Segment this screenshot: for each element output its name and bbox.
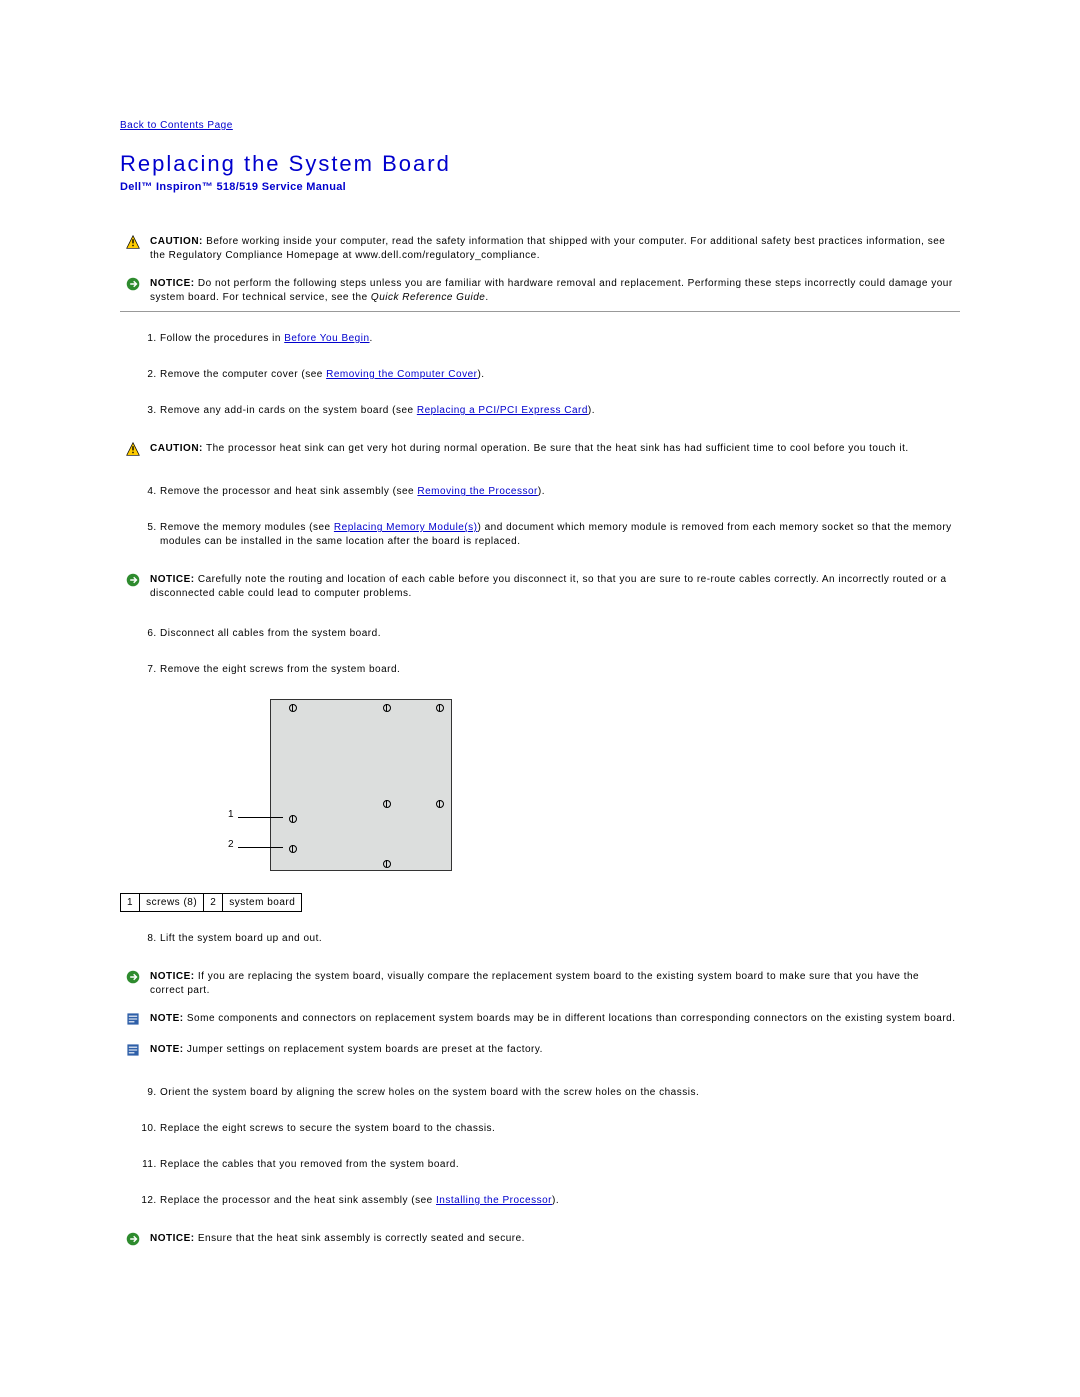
step-8: Lift the system board up and out. [160,932,960,946]
replacing-memory-link[interactable]: Replacing Memory Module(s) [334,522,478,533]
notice-icon [126,573,140,587]
step-7: Remove the eight screws from the system … [160,663,960,677]
before-you-begin-link[interactable]: Before You Begin [284,333,369,344]
diagram-callout-1: 1 [228,809,234,820]
replacing-pci-link[interactable]: Replacing a PCI/PCI Express Card [417,405,588,416]
caution-icon [126,442,140,456]
notice-icon [126,277,140,291]
step-12: Replace the processor and the heat sink … [160,1194,960,1208]
step-4: Remove the processor and heat sink assem… [160,485,960,499]
diagram-callout-2: 2 [228,839,234,850]
step-2: Remove the computer cover (see Removing … [160,368,960,382]
system-board-diagram: 1 2 [180,699,500,879]
notice-2: NOTICE: Carefully note the routing and l… [146,571,960,607]
step-10: Replace the eight screws to secure the s… [160,1122,960,1136]
note-icon [126,1043,140,1057]
caution-2: CAUTION: The processor heat sink can get… [146,440,960,465]
note-1: NOTE: Some components and connectors on … [146,1010,960,1035]
manual-subtitle: Dell™ Inspiron™ 518/519 Service Manual [120,181,960,193]
step-6: Disconnect all cables from the system bo… [160,627,960,641]
back-to-contents-link[interactable]: Back to Contents Page [120,120,233,131]
step-1: Follow the procedures in Before You Begi… [160,332,960,346]
notice-1: NOTICE: Do not perform the following ste… [146,275,960,312]
notice-icon [126,970,140,984]
step-9: Orient the system board by aligning the … [160,1086,960,1100]
note-2: NOTE: Jumper settings on replacement sys… [146,1041,960,1066]
note-icon [126,1012,140,1026]
notice-icon [126,1232,140,1246]
notice-4: NOTICE: Ensure that the heat sink assemb… [146,1230,960,1255]
step-5: Remove the memory modules (see Replacing… [160,521,960,549]
caution-icon [126,235,140,249]
caution-1: CAUTION: Before working inside your comp… [146,233,960,269]
notice-3: NOTICE: If you are replacing the system … [146,968,960,1004]
removing-cover-link[interactable]: Removing the Computer Cover [326,369,477,380]
page-title: Replacing the System Board [120,151,960,177]
removing-processor-link[interactable]: Removing the Processor [417,486,538,497]
step-3: Remove any add-in cards on the system bo… [160,404,960,418]
diagram-legend: 1 screws (8) 2 system board [120,893,302,912]
step-11: Replace the cables that you removed from… [160,1158,960,1172]
installing-processor-link[interactable]: Installing the Processor [436,1195,552,1206]
